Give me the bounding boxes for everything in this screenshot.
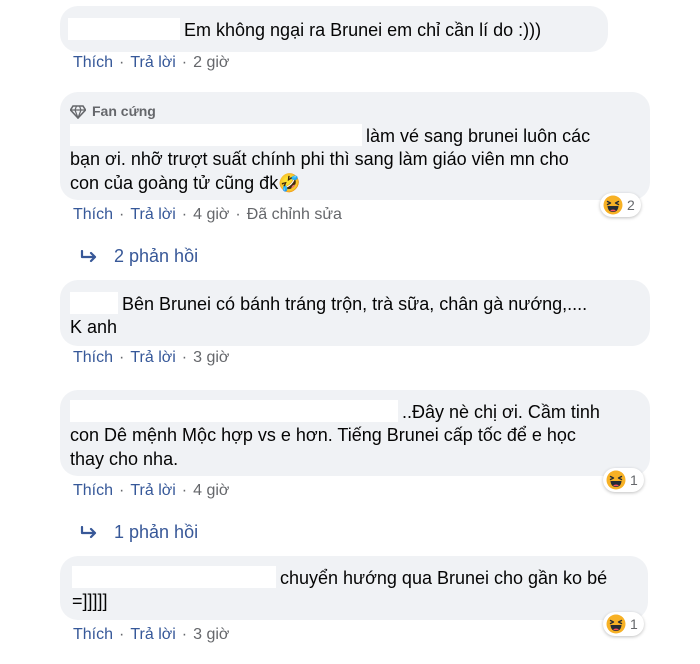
comment-text-line: thay cho nha.	[70, 449, 179, 469]
commenter-name-redacted[interactable]	[72, 566, 276, 588]
reply-button[interactable]: Trả lời	[130, 206, 175, 224]
comment-time[interactable]: 3 giờ	[193, 626, 229, 644]
reaction-count[interactable]: 2	[600, 193, 641, 217]
separator: ·	[181, 626, 188, 643]
comment-time[interactable]: 4 giờ	[193, 206, 229, 224]
comment-text: Em không ngại ra Brunei em chỉ cần lí do…	[184, 20, 542, 40]
reply-button[interactable]: Trả lời	[130, 54, 175, 72]
reply-button[interactable]: Trả lời	[130, 626, 175, 644]
like-button[interactable]: Thích	[73, 206, 113, 224]
separator: ·	[119, 206, 125, 223]
comment-text-line: con Dê mệnh Mộc hợp vs e hơn. Tiếng Brun…	[70, 425, 576, 445]
comment-bubble: Fan cứng làm vé sang brunei luôn các bạn…	[60, 92, 650, 200]
view-replies-link[interactable]: 1 phản hồi	[80, 522, 198, 543]
comment-bubble: Em không ngại ra Brunei em chỉ cần lí do…	[60, 6, 608, 52]
comment-actions: Thích · Trả lời · 4 giờ	[73, 482, 229, 500]
comment-text-line: K anh	[70, 317, 118, 337]
view-replies-link[interactable]: 2 phản hồi	[80, 246, 198, 267]
reaction-count[interactable]: 1	[603, 468, 644, 492]
like-button[interactable]: Thích	[73, 482, 113, 500]
comment-time[interactable]: 2 giờ	[193, 54, 229, 72]
comment-text-line: bạn ơi. nhỡ trượt suất chính phi thì san…	[70, 149, 569, 169]
comment-actions: Thích · Trả lời · 3 giờ	[73, 349, 229, 367]
haha-icon	[606, 470, 626, 490]
commenter-name-redacted[interactable]	[68, 18, 180, 40]
separator: ·	[119, 482, 125, 499]
like-button[interactable]: Thích	[73, 349, 113, 367]
separator: ·	[119, 626, 125, 643]
comment-actions: Thích · Trả lời · 3 giờ	[73, 626, 229, 644]
reply-arrow-icon	[80, 249, 97, 262]
commenter-name-redacted[interactable]	[70, 292, 118, 314]
commenter-name-redacted[interactable]	[70, 124, 362, 146]
comment-text-line: con của goàng tử cũng đk🤣	[70, 173, 301, 193]
top-fan-badge[interactable]: Fan cứng	[70, 100, 156, 123]
replies-count: 2 phản hồi	[114, 246, 199, 266]
haha-icon	[603, 195, 623, 215]
edited-label: Đã chỉnh sửa	[246, 206, 342, 223]
comment-time[interactable]: 4 giờ	[193, 482, 229, 500]
gem-icon	[70, 104, 86, 119]
comment-time[interactable]: 3 giờ	[193, 349, 229, 367]
comment-text-line: chuyển hướng qua Brunei cho gần ko bé	[280, 568, 608, 588]
comment-text-line: làm vé sang brunei luôn các	[366, 126, 591, 146]
separator: ·	[119, 349, 125, 366]
reply-arrow-icon	[80, 525, 97, 538]
badge-label: Fan cứng	[92, 103, 156, 119]
reply-button[interactable]: Trả lời	[130, 482, 175, 500]
separator: ·	[181, 482, 188, 499]
reaction-count[interactable]: 1	[603, 612, 644, 636]
reaction-count-label: 1	[630, 472, 638, 488]
comment-text-line: ..Đây nè chị ơi. Cầm tinh	[402, 402, 600, 422]
comment-bubble: ..Đây nè chị ơi. Cầm tinh con Dê mệnh Mộ…	[60, 390, 650, 476]
reaction-count-label: 1	[630, 616, 638, 632]
comment-text-line: =]]]]]	[72, 591, 108, 611]
reaction-count-label: 2	[627, 197, 635, 213]
reply-button[interactable]: Trả lời	[130, 349, 175, 367]
comment-text-line: Bên Brunei có bánh tráng trộn, trà sữa, …	[122, 294, 588, 314]
comment-bubble: chuyển hướng qua Brunei cho gần ko bé =]…	[60, 556, 648, 620]
commenter-name-redacted[interactable]	[70, 400, 398, 422]
comment-bubble: Bên Brunei có bánh tráng trộn, trà sữa, …	[60, 280, 650, 346]
separator: ·	[181, 54, 188, 71]
like-button[interactable]: Thích	[73, 54, 113, 72]
comment-actions: Thích · Trả lời · 4 giờ · Đã chỉnh sửa	[73, 206, 342, 224]
like-button[interactable]: Thích	[73, 626, 113, 644]
separator: ·	[181, 206, 188, 223]
separator: ·	[181, 349, 188, 366]
comment-actions: Thích · Trả lời · 2 giờ	[73, 54, 229, 72]
haha-icon	[606, 614, 626, 634]
separator: ·	[119, 54, 125, 71]
replies-count: 1 phản hồi	[114, 522, 199, 542]
separator: ·	[235, 206, 241, 223]
